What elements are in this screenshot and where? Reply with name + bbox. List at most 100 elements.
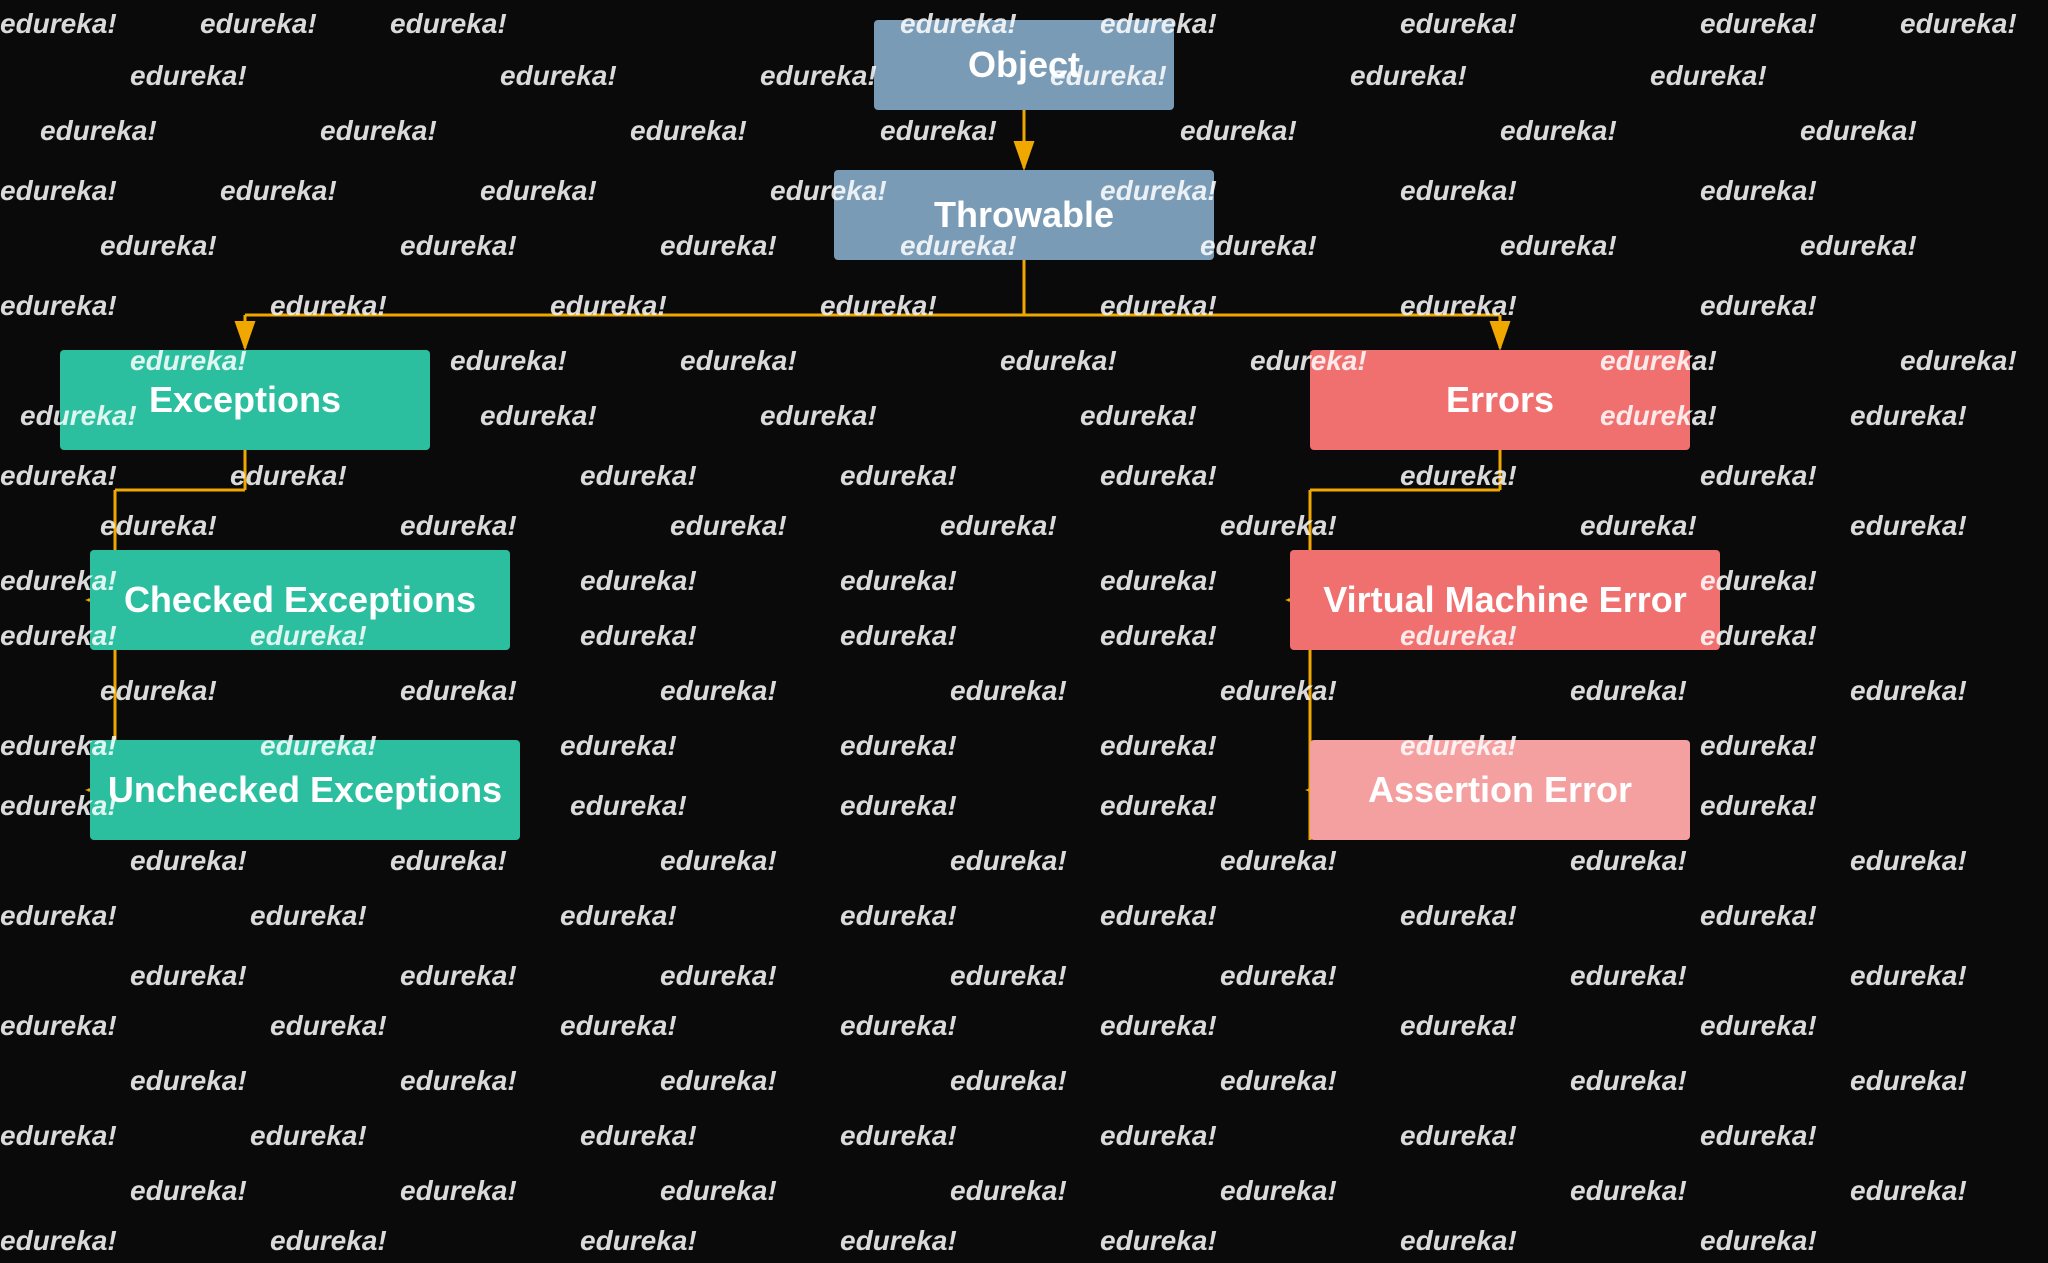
- watermark-text: edureka!: [550, 290, 667, 322]
- watermark-text: edureka!: [1850, 1065, 1967, 1097]
- watermark-text: edureka!: [950, 960, 1067, 992]
- watermark-text: edureka!: [130, 960, 247, 992]
- watermark-text: edureka!: [1400, 900, 1517, 932]
- watermark-text: edureka!: [130, 845, 247, 877]
- diagram-container: Object Throwable Exceptions Errors Check…: [0, 0, 2048, 1263]
- watermark-text: edureka!: [130, 1065, 247, 1097]
- watermark-text: edureka!: [950, 845, 1067, 877]
- watermark-text: edureka!: [1700, 900, 1817, 932]
- watermark-text: edureka!: [580, 620, 697, 652]
- watermark-text: edureka!: [200, 8, 317, 40]
- watermark-text: edureka!: [1350, 60, 1467, 92]
- watermark-text: edureka!: [760, 400, 877, 432]
- watermark-text: edureka!: [1400, 290, 1517, 322]
- watermark-text: edureka!: [560, 1010, 677, 1042]
- watermark-text: edureka!: [840, 1010, 957, 1042]
- watermark-text: edureka!: [270, 290, 387, 322]
- node-exceptions-label: Exceptions: [149, 379, 341, 421]
- watermark-text: edureka!: [940, 510, 1057, 542]
- watermark-text: edureka!: [1850, 510, 1967, 542]
- watermark-text: edureka!: [1700, 730, 1817, 762]
- watermark-text: edureka!: [400, 675, 517, 707]
- watermark-text: edureka!: [630, 115, 747, 147]
- watermark-text: edureka!: [670, 510, 787, 542]
- watermark-text: edureka!: [1700, 1010, 1817, 1042]
- watermark-text: edureka!: [820, 290, 937, 322]
- watermark-text: edureka!: [1800, 230, 1917, 262]
- watermark-text: edureka!: [400, 1065, 517, 1097]
- watermark-text: edureka!: [1700, 290, 1817, 322]
- watermark-text: edureka!: [1220, 1065, 1337, 1097]
- watermark-text: edureka!: [480, 400, 597, 432]
- watermark-text: edureka!: [1570, 675, 1687, 707]
- watermark-text: edureka!: [0, 1010, 117, 1042]
- watermark-text: edureka!: [580, 1120, 697, 1152]
- watermark-text: edureka!: [1570, 1065, 1687, 1097]
- watermark-text: edureka!: [1700, 790, 1817, 822]
- watermark-text: edureka!: [1800, 115, 1917, 147]
- watermark-text: edureka!: [1570, 1175, 1687, 1207]
- watermark-text: edureka!: [130, 1175, 247, 1207]
- watermark-text: edureka!: [230, 460, 347, 492]
- watermark-text: edureka!: [270, 1010, 387, 1042]
- watermark-text: edureka!: [1400, 1010, 1517, 1042]
- watermark-text: edureka!: [130, 60, 247, 92]
- watermark-text: edureka!: [570, 790, 687, 822]
- watermark-text: edureka!: [560, 900, 677, 932]
- watermark-text: edureka!: [1580, 510, 1697, 542]
- watermark-text: edureka!: [1900, 345, 2017, 377]
- node-throwable-label: Throwable: [934, 194, 1114, 236]
- watermark-text: edureka!: [1500, 230, 1617, 262]
- watermark-text: edureka!: [480, 175, 597, 207]
- watermark-text: edureka!: [950, 675, 1067, 707]
- watermark-text: edureka!: [0, 175, 117, 207]
- watermark-text: edureka!: [840, 565, 957, 597]
- watermark-text: edureka!: [0, 1225, 117, 1257]
- watermark-text: edureka!: [390, 8, 507, 40]
- watermark-text: edureka!: [1080, 400, 1197, 432]
- watermark-text: edureka!: [0, 290, 117, 322]
- node-checked-label: Checked Exceptions: [124, 579, 476, 621]
- watermark-text: edureka!: [660, 1175, 777, 1207]
- watermark-text: edureka!: [400, 1175, 517, 1207]
- watermark-text: edureka!: [1100, 730, 1217, 762]
- watermark-text: edureka!: [1400, 1225, 1517, 1257]
- watermark-text: edureka!: [840, 730, 957, 762]
- node-throwable: Throwable: [834, 170, 1214, 260]
- watermark-text: edureka!: [1220, 510, 1337, 542]
- watermark-text: edureka!: [1220, 845, 1337, 877]
- watermark-text: edureka!: [580, 460, 697, 492]
- watermark-text: edureka!: [1850, 960, 1967, 992]
- watermark-text: edureka!: [1700, 175, 1817, 207]
- watermark-text: edureka!: [1400, 460, 1517, 492]
- watermark-text: edureka!: [1100, 620, 1217, 652]
- watermark-text: edureka!: [680, 345, 797, 377]
- watermark-text: edureka!: [1850, 675, 1967, 707]
- node-unchecked: Unchecked Exceptions: [90, 740, 520, 840]
- watermark-text: edureka!: [1700, 8, 1817, 40]
- watermark-text: edureka!: [390, 845, 507, 877]
- watermark-text: edureka!: [580, 565, 697, 597]
- watermark-text: edureka!: [270, 1225, 387, 1257]
- watermark-text: edureka!: [100, 510, 217, 542]
- watermark-text: edureka!: [1100, 900, 1217, 932]
- watermark-text: edureka!: [560, 730, 677, 762]
- node-exceptions: Exceptions: [60, 350, 430, 450]
- watermark-text: edureka!: [450, 345, 567, 377]
- node-object-label: Object: [968, 44, 1080, 86]
- watermark-text: edureka!: [840, 1225, 957, 1257]
- watermark-text: edureka!: [1650, 60, 1767, 92]
- watermark-text: edureka!: [0, 8, 117, 40]
- watermark-text: edureka!: [1100, 1120, 1217, 1152]
- watermark-text: edureka!: [250, 900, 367, 932]
- watermark-text: edureka!: [1700, 460, 1817, 492]
- watermark-text: edureka!: [400, 230, 517, 262]
- watermark-text: edureka!: [400, 510, 517, 542]
- watermark-text: edureka!: [580, 1225, 697, 1257]
- watermark-text: edureka!: [1850, 400, 1967, 432]
- watermark-text: edureka!: [1100, 1010, 1217, 1042]
- watermark-text: edureka!: [950, 1175, 1067, 1207]
- watermark-text: edureka!: [1400, 8, 1517, 40]
- watermark-text: edureka!: [100, 675, 217, 707]
- watermark-text: edureka!: [0, 900, 117, 932]
